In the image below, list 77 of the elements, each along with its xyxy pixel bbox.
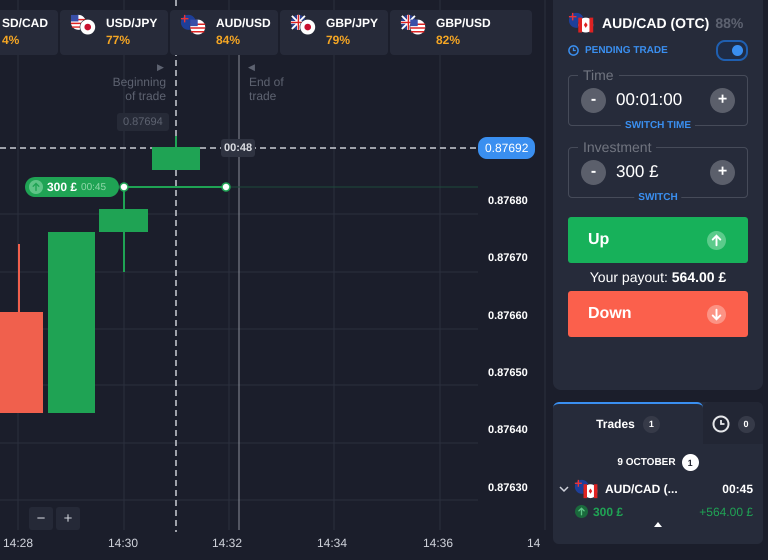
trade-timer: 00:45 bbox=[81, 182, 106, 192]
price-axis-label: 0.87670 bbox=[488, 252, 528, 264]
time-axis-label: 14:28 bbox=[3, 536, 34, 550]
time-axis-label: 14:32 bbox=[212, 536, 242, 550]
chevron-icon[interactable] bbox=[559, 485, 569, 494]
trade-start-label: Beginning of trade bbox=[112, 75, 166, 103]
pending-trade-toggle[interactable] bbox=[716, 40, 748, 62]
trade-start-arrow: ▶ bbox=[157, 61, 164, 74]
arrow-up-icon bbox=[29, 180, 43, 194]
asset-tab[interactable]: GBP/USD 82% bbox=[390, 10, 532, 55]
flag-pair-icon bbox=[70, 14, 98, 36]
clock-icon bbox=[712, 415, 730, 433]
asset-tab[interactable]: USD/JPY 77% bbox=[60, 10, 168, 55]
asset-tab[interactable]: AUD/USD 84% bbox=[170, 10, 278, 55]
asset-tab[interactable]: SD/CAD 4% bbox=[0, 10, 58, 55]
minus-button[interactable]: - bbox=[581, 160, 606, 185]
price-axis-label: 0.87630 bbox=[488, 482, 528, 494]
clock-icon bbox=[568, 45, 579, 56]
time-axis-label: 14:36 bbox=[423, 536, 454, 550]
zoom-out-button[interactable]: − bbox=[29, 507, 53, 530]
zoom-in-button[interactable]: + bbox=[56, 507, 80, 530]
plus-button[interactable]: + bbox=[710, 160, 735, 185]
arrow-up-icon bbox=[575, 505, 588, 518]
trade-pair: AUD/CAD (... bbox=[605, 482, 679, 496]
flag-pair-icon bbox=[400, 14, 428, 36]
flag-pair-icon bbox=[290, 14, 318, 36]
trade-amount: 300 £ bbox=[47, 180, 78, 194]
trade-time: 00:45 bbox=[722, 482, 753, 496]
time-axis-label: 14 bbox=[527, 536, 540, 550]
field-value: 300 £ bbox=[616, 162, 660, 182]
date-heading: 9 OCTOBER bbox=[617, 457, 676, 468]
asset-pair: SD/CAD bbox=[2, 16, 48, 30]
plus-button[interactable]: + bbox=[710, 88, 735, 113]
asset-payout: 84% bbox=[216, 33, 242, 47]
switch-link[interactable]: SWITCH TIME bbox=[620, 120, 696, 132]
trade-end-arrow: ◀ bbox=[248, 61, 255, 74]
arrow-down-icon bbox=[707, 304, 726, 324]
asset-pair: GBP/JPY bbox=[326, 16, 378, 30]
asset-payout: 4% bbox=[2, 33, 20, 47]
time-axis-label: 14:34 bbox=[317, 536, 348, 550]
count-badge: 0 bbox=[738, 416, 754, 432]
trades-tab[interactable]: 0 bbox=[703, 402, 763, 444]
price-axis-label: 0.87640 bbox=[488, 424, 528, 436]
field-value: 00:01:00 bbox=[616, 90, 684, 110]
flag-pair-icon bbox=[574, 479, 600, 500]
asset-name: AUD/CAD (OTC) bbox=[602, 15, 710, 32]
asset-pair: GBP/USD bbox=[436, 16, 491, 30]
pending-trade-label: PENDING TRADE bbox=[585, 45, 669, 56]
caret-up-icon[interactable] bbox=[654, 522, 662, 527]
asset-payout: 77% bbox=[106, 33, 132, 47]
trade-profit: +564.00 £ bbox=[699, 504, 753, 519]
flag-pair-icon bbox=[180, 14, 208, 36]
asset-payout: 79% bbox=[326, 33, 352, 47]
price-axis-label: 0.87680 bbox=[488, 195, 528, 207]
field-label: Investment bbox=[578, 139, 656, 156]
flag-pair-icon bbox=[568, 12, 596, 34]
asset-payout: 82% bbox=[436, 33, 462, 47]
switch-link[interactable]: SWITCH bbox=[634, 192, 682, 204]
count-badge: 1 bbox=[642, 416, 660, 432]
asset-pair: AUD/USD bbox=[216, 16, 271, 30]
tab-label: Trades bbox=[596, 417, 635, 431]
candle bbox=[152, 136, 200, 170]
trade-amount: 300 £ bbox=[593, 504, 624, 519]
open-price-tag: 0.87694 bbox=[117, 113, 169, 131]
current-price-tag: 0.87692 bbox=[478, 137, 536, 159]
trade-end-label: End of trade bbox=[249, 75, 285, 103]
asset-tab[interactable]: GBP/JPY 79% bbox=[280, 10, 388, 55]
minus-button[interactable]: - bbox=[581, 88, 606, 113]
field-label: Time bbox=[578, 67, 619, 84]
timer-tag: 00:48 bbox=[221, 139, 256, 157]
asset-pair: USD/JPY bbox=[106, 16, 158, 30]
count-badge: 1 bbox=[682, 454, 699, 471]
payout-text: Your payout: 564.00 £ bbox=[588, 269, 728, 286]
price-axis-label: 0.87650 bbox=[488, 366, 528, 379]
time-axis-label: 14:30 bbox=[108, 536, 138, 550]
price-axis-label: 0.87660 bbox=[488, 310, 528, 322]
arrow-up-icon bbox=[707, 230, 726, 250]
